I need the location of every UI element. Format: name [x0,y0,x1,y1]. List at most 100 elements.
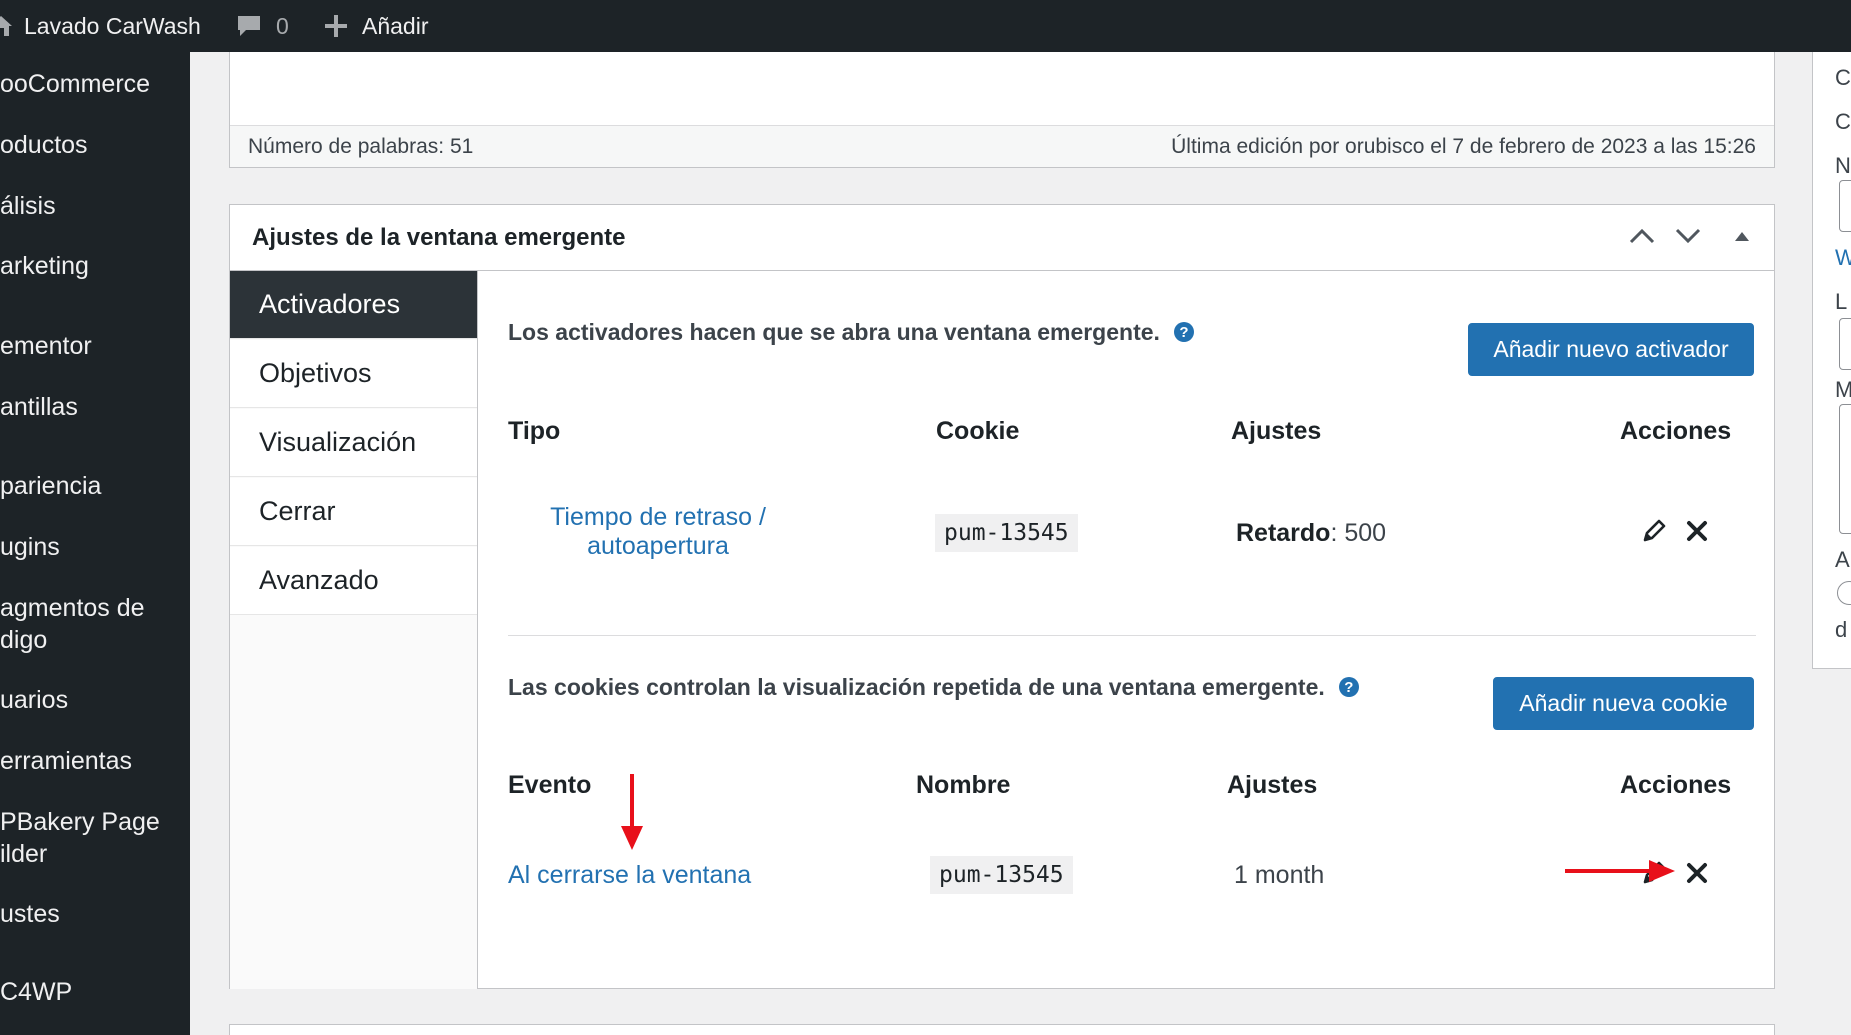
sidebar-item-elementor[interactable]: ementor [0,330,190,362]
sidebar-item-analisis[interactable]: álisis [0,190,190,222]
comment-icon [236,13,262,39]
cookies-description: Las cookies controlan la visualización r… [508,672,1359,702]
right-panel-field[interactable] [1839,318,1851,370]
trigger-type-link[interactable]: Tiempo de retraso / autoapertura [508,503,808,561]
sidebar-item-label-line2: digo [0,626,48,654]
home-icon [0,14,12,38]
right-panel-radio[interactable] [1837,581,1851,605]
trigger-settings-value: : 500 [1330,519,1387,547]
right-panel-field[interactable] [1839,180,1851,232]
site-name-link[interactable]: Lavado CarWash [0,0,201,52]
tab-avanzado[interactable]: Avanzado [230,547,477,615]
sidebar-item-plantillas[interactable]: antillas [0,391,190,423]
add-trigger-label: Añadir nuevo activador [1493,336,1729,362]
comments-count: 0 [276,12,289,39]
sidebar-item-fragmentos-de-codigo[interactable]: agmentos de digo [0,592,190,656]
add-cookie-label: Añadir nueva cookie [1519,690,1728,716]
sidebar-item-label: C4WP [0,978,73,1006]
tab-label: Activadores [259,289,401,319]
right-sidebar-panel: C C N W L M A d [1812,52,1851,669]
trigger-settings: Retardo: 500 [1236,519,1386,548]
right-panel-text: M [1835,377,1851,403]
right-panel-textarea[interactable] [1839,404,1851,534]
admin-bar: Lavado CarWash 0 Añadir [0,0,1851,52]
close-icon [1686,862,1708,889]
sidebar-item-usuarios[interactable]: uarios [0,684,190,716]
next-metabox [229,1024,1775,1035]
right-panel-text: L [1835,289,1848,314]
right-panel-link[interactable]: W [1835,245,1851,271]
editor-status-bar: Número de palabras: 51 Última edición po… [230,125,1774,167]
cookie-settings: 1 month [1234,861,1325,889]
metabox-title: Ajustes de la ventana emergente [252,224,626,251]
sidebar-item-label: arketing [0,252,89,280]
chevron-up-icon [1629,228,1655,249]
triangle-up-icon [1734,229,1750,247]
sidebar-item-label: álisis [0,192,56,220]
right-panel-text: C [1835,109,1851,134]
pencil-icon [1641,518,1667,549]
admin-sidebar: ooCommerce oductos álisis arketing ement… [0,52,190,1035]
sidebar-item-productos[interactable]: oductos [0,129,190,161]
chevron-down-icon [1675,228,1701,249]
editor-panel: Número de palabras: 51 Última edición po… [229,52,1775,168]
tab-objetivos[interactable]: Objetivos [230,340,477,408]
column-header-cookie: Cookie [936,417,1020,445]
help-icon[interactable]: ? [1173,322,1194,342]
help-icon[interactable]: ? [1338,677,1359,697]
sidebar-item-label: oductos [0,131,88,159]
tab-label: Avanzado [259,565,379,595]
tab-label: Cerrar [259,496,336,526]
sidebar-item-label: agmentos de [0,594,145,622]
cookies-description-text: Las cookies controlan la visualización r… [508,673,1325,700]
move-up-button[interactable] [1626,222,1658,254]
cookie-name-code: pum-13545 [930,856,1073,894]
sidebar-item-label: pariencia [0,472,102,500]
edit-trigger-button[interactable] [1639,518,1669,548]
section-divider [508,635,1756,636]
site-name: Lavado CarWash [24,12,201,39]
trigger-cookie-code: pum-13545 [935,514,1078,552]
last-edit-info: Última edición por orubisco el 7 de febr… [1171,134,1756,158]
sidebar-item-plugins[interactable]: ugins [0,531,190,563]
close-icon [1686,520,1708,547]
sidebar-item-wpbakery[interactable]: PBakery Page ilder [0,806,190,870]
cookie-event-link[interactable]: Al cerrarse la ventana [508,861,751,890]
sidebar-item-apariencia[interactable]: pariencia [0,470,190,502]
column-header-acciones: Acciones [1620,417,1732,445]
right-panel-text: A [1835,547,1850,572]
metabox-header: Ajustes de la ventana emergente [230,205,1774,271]
comments-link[interactable]: 0 [236,0,289,52]
column-header-evento: Evento [508,771,592,799]
new-content-link[interactable]: Añadir [324,0,428,52]
sidebar-item-label: antillas [0,393,78,421]
sidebar-item-label: ementor [0,332,92,360]
sidebar-item-label: ooCommerce [0,70,151,98]
trigger-type-line1: Tiempo de retraso / [550,503,766,531]
tab-cerrar[interactable]: Cerrar [230,478,477,546]
sidebar-item-herramientas[interactable]: erramientas [0,745,190,777]
delete-cookie-button[interactable] [1682,860,1712,890]
sidebar-item-label: ustes [0,900,60,928]
right-panel-text: N [1835,153,1851,178]
tab-activadores[interactable]: Activadores [230,271,477,339]
sidebar-item-woocommerce[interactable]: ooCommerce [0,68,190,100]
toggle-panel-button[interactable] [1726,222,1758,254]
word-count: Número de palabras: 51 [248,134,474,158]
add-cookie-button[interactable]: Añadir nueva cookie [1493,677,1754,730]
annotation-arrow-right-icon [1565,858,1677,889]
column-header-acciones: Acciones [1620,771,1732,799]
add-trigger-button[interactable]: Añadir nuevo activador [1468,323,1754,376]
delete-trigger-button[interactable] [1682,518,1712,548]
sidebar-item-marketing[interactable]: arketing [0,250,190,282]
plus-icon [324,14,348,38]
tab-label: Objetivos [259,358,372,388]
sidebar-item-c4wp[interactable]: C4WP [0,976,190,1008]
sidebar-item-ajustes[interactable]: ustes [0,898,190,930]
column-header-tipo: Tipo [508,417,561,445]
trigger-settings-label: Retardo [1236,519,1331,547]
trigger-type-line2: autoapertura [587,532,729,560]
tab-visualizacion[interactable]: Visualización [230,409,477,477]
move-down-button[interactable] [1672,222,1704,254]
sidebar-item-label: ugins [0,533,60,561]
